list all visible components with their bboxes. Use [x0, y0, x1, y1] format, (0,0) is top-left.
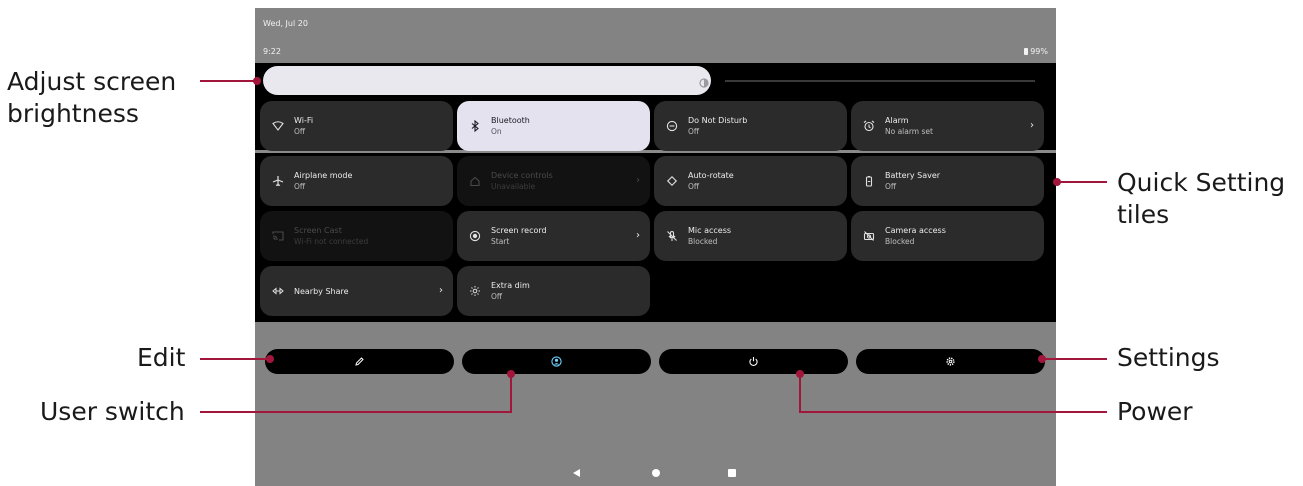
brightness-icon	[697, 76, 711, 90]
airplane-icon	[271, 174, 285, 188]
tile-device-controls: Device controls Unavailable ›	[457, 156, 650, 206]
alarm-icon	[862, 119, 876, 133]
gear-icon	[946, 357, 955, 366]
tile-label: Extra dim	[491, 281, 530, 290]
cast-icon	[271, 229, 285, 243]
tile-battery-saver[interactable]: Battery Saver Off	[851, 156, 1044, 206]
navigation-bar	[255, 463, 1056, 486]
callout-brightness-line1: Adjust screen	[7, 67, 177, 96]
tile-label: Airplane mode	[294, 171, 353, 180]
tile-do-not-disturb[interactable]: Do Not Disturb Off	[654, 101, 847, 151]
tile-state: Off	[688, 127, 700, 136]
user-switch-button[interactable]	[462, 349, 651, 374]
callout-brightness-line2: brightness	[7, 99, 139, 128]
do-not-disturb-icon	[665, 119, 679, 133]
brightness-slider[interactable]	[263, 66, 711, 95]
edit-icon	[355, 357, 364, 366]
record-icon	[468, 229, 482, 243]
tile-screen-record[interactable]: Screen record Start ›	[457, 211, 650, 261]
callout-user-switch: User switch	[40, 397, 185, 426]
tile-label: Battery Saver	[885, 171, 941, 180]
power-button[interactable]	[659, 349, 848, 374]
chevron-right-icon: ›	[636, 230, 640, 241]
tile-state: Off	[491, 292, 503, 301]
status-date: Wed, Jul 20	[263, 19, 308, 28]
tile-label: Mic access	[688, 226, 732, 235]
home-button-icon[interactable]	[652, 469, 660, 477]
rotate-icon	[665, 174, 679, 188]
tile-label: Alarm	[885, 116, 909, 125]
tile-state: Wi-Fi not connected	[294, 237, 369, 246]
tile-camera-access[interactable]: Camera access Blocked	[851, 211, 1044, 261]
tile-nearby-share[interactable]: Nearby Share ›	[260, 266, 453, 316]
bluetooth-icon	[468, 119, 482, 133]
nearby-share-icon	[271, 284, 285, 298]
tile-mic-access[interactable]: Mic access Blocked	[654, 211, 847, 261]
callout-power: Power	[1117, 397, 1193, 426]
chevron-right-icon: ›	[1030, 120, 1034, 131]
tile-state: Unavailable	[491, 182, 536, 191]
battery-indicator: 99%	[1024, 47, 1048, 56]
tile-wifi[interactable]: Wi-Fi Off	[260, 101, 453, 151]
tile-label: Nearby Share	[294, 286, 349, 296]
callout-brightness: Adjust screen brightness	[7, 66, 176, 130]
extra-dim-icon	[468, 284, 482, 298]
brightness-track[interactable]	[725, 80, 1035, 82]
tile-airplane-mode[interactable]: Airplane mode Off	[260, 156, 453, 206]
chevron-right-icon: ›	[636, 175, 640, 186]
camera-off-icon	[862, 229, 876, 243]
tile-label: Wi-Fi	[294, 116, 314, 125]
quick-settings-panel: Wi-Fi Off Bluetooth On Do Not Disturb Off A…	[255, 63, 1056, 322]
callout-quick-settings-line1: Quick Setting	[1117, 168, 1286, 197]
battery-percent: 99%	[1030, 47, 1048, 56]
tile-extra-dim[interactable]: Extra dim Off	[457, 266, 650, 316]
callout-quick-settings-line2: tiles	[1117, 200, 1170, 229]
power-icon	[749, 357, 758, 366]
tile-screen-cast: Screen Cast Wi-Fi not connected	[260, 211, 453, 261]
callout-quick-settings: Quick Setting tiles	[1117, 167, 1285, 231]
tile-state: On	[491, 127, 502, 136]
tile-state: Off	[294, 127, 306, 136]
tile-label: Screen Cast	[294, 226, 342, 235]
mic-off-icon	[665, 229, 679, 243]
status-time: 9:22	[263, 47, 281, 56]
tile-state: Start	[491, 237, 510, 246]
back-icon[interactable]	[573, 469, 580, 477]
tile-label: Device controls	[491, 171, 553, 180]
tile-state: Off	[688, 182, 700, 191]
edit-button[interactable]	[265, 349, 454, 374]
quick-settings-footer	[265, 349, 1045, 374]
tablet-screen: Wed, Jul 20 9:22 99% Wi-Fi Off Bluetooth O…	[255, 8, 1056, 486]
tile-auto-rotate[interactable]: Auto-rotate Off	[654, 156, 847, 206]
tile-label: Bluetooth	[491, 116, 530, 125]
home-icon	[468, 174, 482, 188]
callout-settings: Settings	[1117, 343, 1220, 372]
recents-icon[interactable]	[728, 469, 736, 477]
battery-saver-icon	[862, 174, 876, 188]
wifi-icon	[271, 119, 285, 133]
settings-button[interactable]	[856, 349, 1045, 374]
tile-label: Do Not Disturb	[688, 116, 748, 125]
tile-label: Camera access	[885, 226, 946, 235]
chevron-right-icon: ›	[439, 285, 443, 296]
tile-alarm[interactable]: Alarm No alarm set ›	[851, 101, 1044, 151]
tile-state: No alarm set	[885, 127, 933, 136]
quick-settings-tiles: Wi-Fi Off Bluetooth On Do Not Disturb Off A…	[260, 101, 1049, 316]
tile-state: Blocked	[688, 237, 718, 246]
battery-icon	[1024, 48, 1029, 55]
tile-state: Off	[885, 182, 897, 191]
tile-state: Blocked	[885, 237, 915, 246]
tile-label: Screen record	[491, 226, 547, 235]
callout-edit: Edit	[137, 343, 186, 372]
tile-state: Off	[294, 182, 306, 191]
user-switch-icon	[551, 356, 562, 367]
tile-label: Auto-rotate	[688, 171, 734, 180]
tile-bluetooth[interactable]: Bluetooth On	[457, 101, 650, 151]
